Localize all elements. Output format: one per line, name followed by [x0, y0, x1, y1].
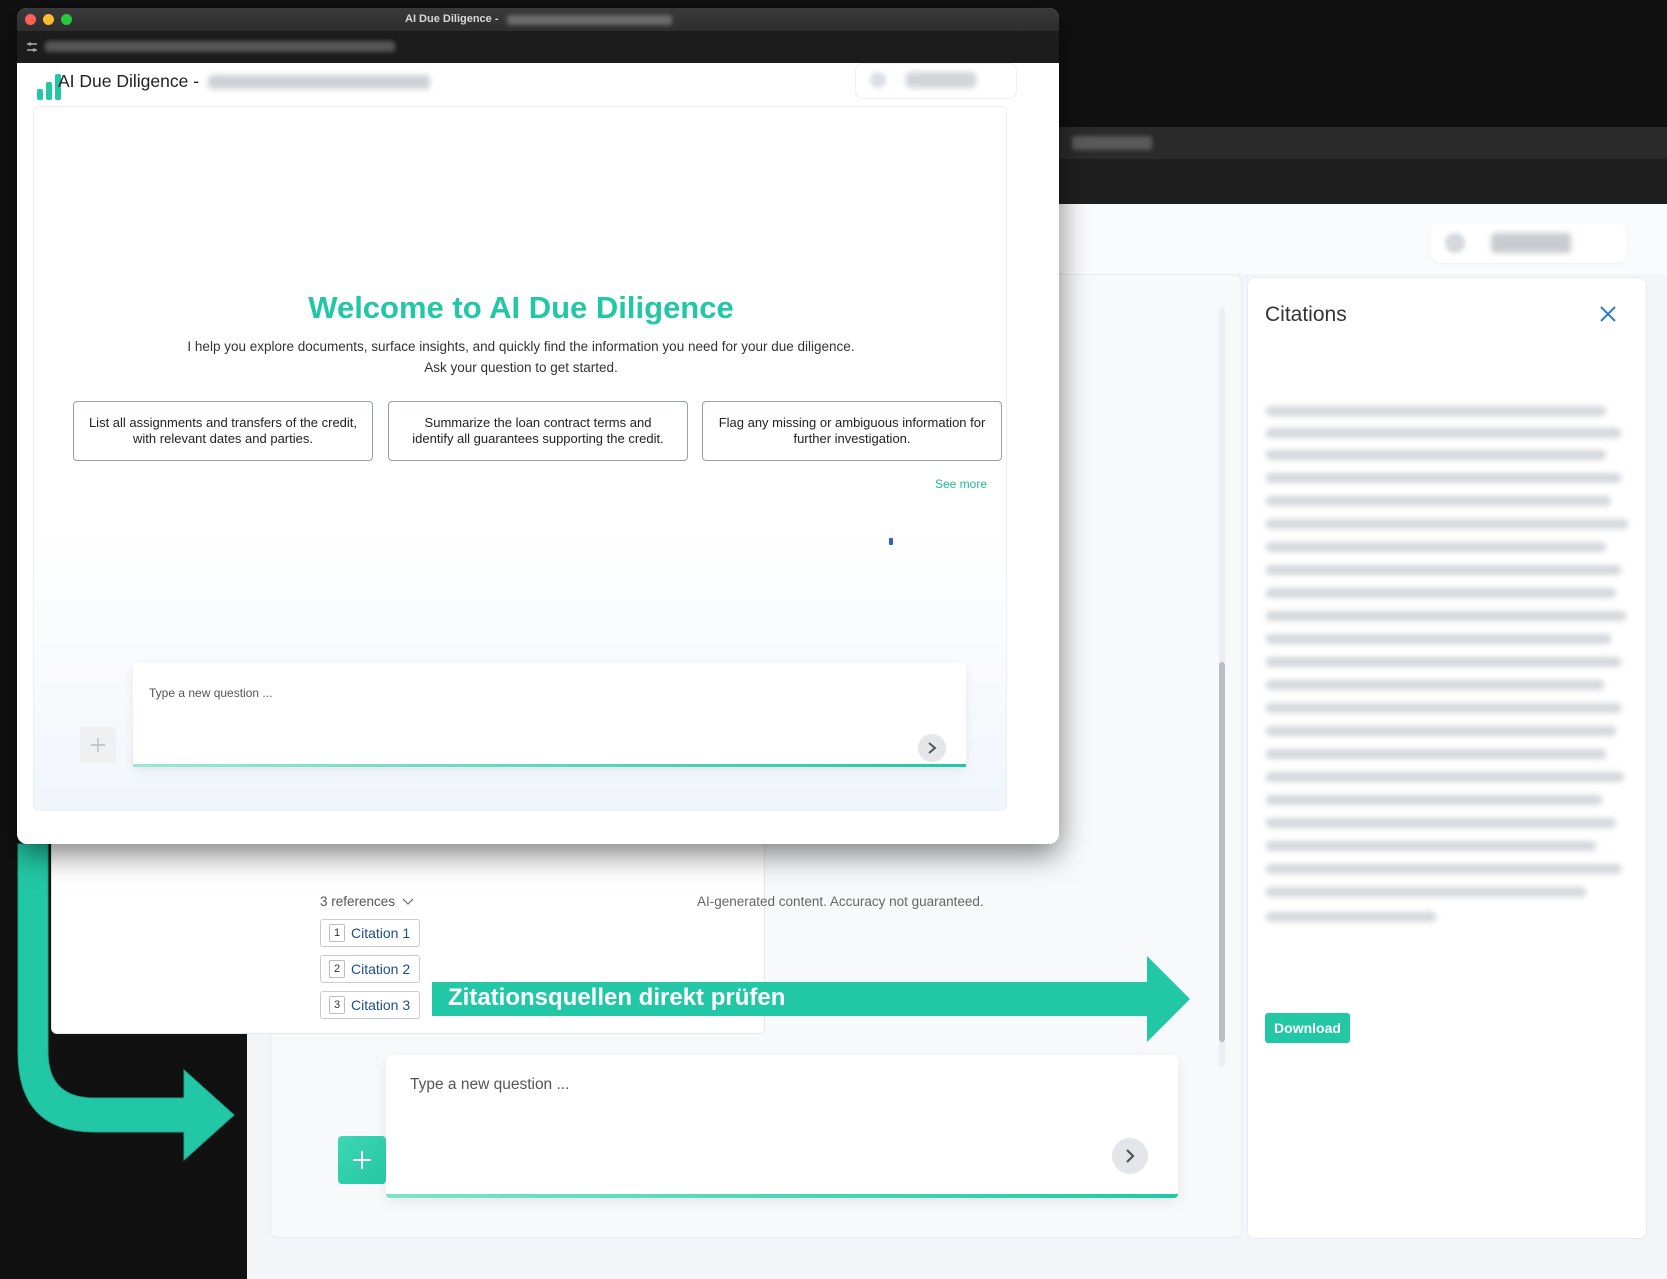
welcome-title: Welcome to AI Due Diligence	[308, 290, 734, 325]
redacted-user-name	[906, 72, 976, 88]
maximize-window-icon[interactable]	[61, 14, 72, 25]
redacted-url	[45, 41, 395, 52]
welcome-instruction: Ask your question to get started.	[424, 360, 618, 375]
window-title: AI Due Diligence -	[405, 13, 499, 25]
question-input-placeholder[interactable]: Type a new question ...	[149, 686, 272, 700]
welcome-description: I help you explore documents, surface in…	[187, 339, 855, 354]
see-more-link[interactable]: See more	[935, 477, 987, 491]
user-menu[interactable]	[855, 63, 1017, 99]
redacted-project-name	[208, 75, 430, 89]
browser-urlbar[interactable]	[17, 31, 1059, 63]
input-accent-bar	[133, 764, 966, 767]
redacted-window-title	[507, 15, 672, 25]
site-settings-icon[interactable]	[25, 40, 39, 54]
app-title: AI Due Diligence -	[58, 71, 200, 91]
minimize-window-icon[interactable]	[43, 14, 54, 25]
chevron-right-icon	[928, 742, 937, 754]
loading-indicator	[889, 538, 893, 545]
suggestion-card-1[interactable]: List all assignments and transfers of th…	[73, 401, 373, 461]
window-titlebar: AI Due Diligence -	[17, 8, 1059, 31]
send-button[interactable]	[918, 734, 946, 762]
prompt-annotation-label: prompt	[130, 884, 217, 912]
citation-callout-label: Zitationsquellen direkt prüfen	[448, 984, 786, 1011]
close-window-icon[interactable]	[25, 14, 36, 25]
suggestion-card-3[interactable]: Flag any missing or ambiguous informatio…	[702, 401, 1002, 461]
plus-icon	[91, 738, 105, 752]
question-input-box[interactable]	[133, 663, 966, 767]
suggestion-card-2[interactable]: Summarize the loan contract terms and id…	[388, 401, 688, 461]
avatar	[870, 72, 886, 88]
add-attachment-button[interactable]	[80, 727, 116, 763]
